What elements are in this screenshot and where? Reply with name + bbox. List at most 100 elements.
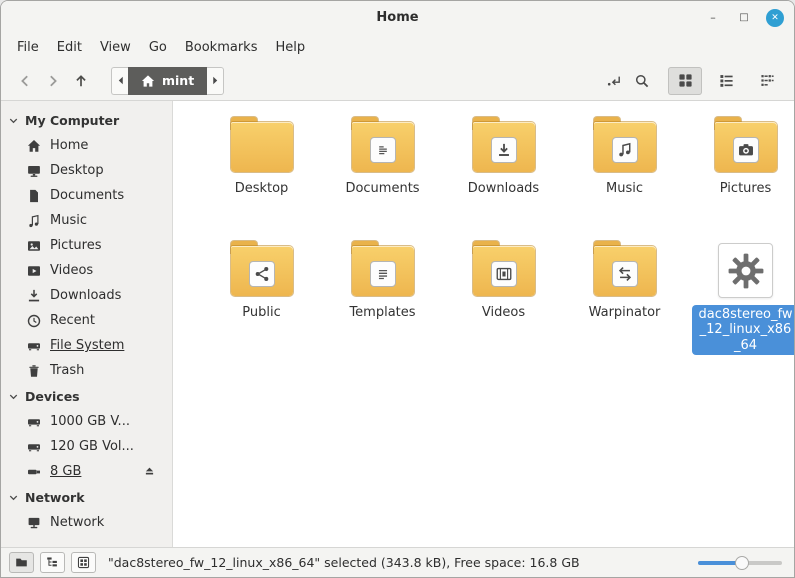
compact-view-icon <box>760 73 775 88</box>
warp-emblem <box>611 261 638 288</box>
folder-icon <box>472 241 535 298</box>
videos-icon <box>27 264 41 278</box>
file-label: Public <box>242 305 281 320</box>
grid-view-icon <box>678 73 693 88</box>
toolbar: mint <box>1 61 794 101</box>
music-icon <box>27 214 41 228</box>
titlebar[interactable]: Home – □ ✕ <box>1 1 794 34</box>
menu-item-edit[interactable]: Edit <box>48 36 91 59</box>
home-icon <box>141 74 155 88</box>
sidebar: My Computer Home Desktop Documents Music Pict… <box>1 101 173 547</box>
sidebar-item-120-gb-vol[interactable]: 120 GB Vol... <box>1 434 172 459</box>
sidebar-item-1000-gb-v[interactable]: 1000 GB V... <box>1 409 172 434</box>
drive-icon <box>27 440 41 454</box>
compact-view-button[interactable] <box>750 67 784 95</box>
close-button[interactable]: ✕ <box>766 8 784 27</box>
folder-icon <box>351 117 414 174</box>
minimize-button[interactable]: – <box>704 9 722 27</box>
breadcrumb-home-button[interactable]: mint <box>128 66 208 95</box>
file-item-pictures[interactable]: Pictures <box>685 117 794 241</box>
share-emblem <box>248 261 275 288</box>
sidebar-item-documents[interactable]: Documents <box>1 183 172 208</box>
treeview-icon <box>46 556 59 569</box>
menu-item-bookmarks[interactable]: Bookmarks <box>176 36 267 59</box>
sidebar-item-trash[interactable]: Trash <box>1 358 172 383</box>
location-entry-icon <box>606 73 622 89</box>
sidebar-places-toggle-button[interactable] <box>9 552 34 573</box>
sidebar-item-label: 8 GB <box>50 464 82 479</box>
up-icon <box>73 73 89 89</box>
chevron-down-icon <box>9 394 18 400</box>
network-icon <box>27 516 41 530</box>
sidebar-section-devices[interactable]: Devices <box>1 383 172 409</box>
file-manager-window: Home – □ ✕ File Edit View Go Bookmarks Help m… <box>0 0 795 578</box>
folder-icon <box>230 241 293 298</box>
forward-button[interactable] <box>39 67 67 95</box>
sidebar-item-file-system[interactable]: File System <box>1 333 172 358</box>
sidebar-item-videos[interactable]: Videos <box>1 258 172 283</box>
file-item-videos[interactable]: Videos <box>443 241 564 365</box>
list-view-button[interactable] <box>709 67 743 95</box>
menubar: File Edit View Go Bookmarks Help <box>1 34 794 61</box>
sidebar-item-pictures[interactable]: Pictures <box>1 233 172 258</box>
sidebar-item-label: 120 GB Vol... <box>50 439 134 454</box>
zoom-slider[interactable] <box>698 555 782 570</box>
sidebar-item-8-gb[interactable]: 8 GB <box>1 459 172 484</box>
sidebar-tree-toggle-button[interactable] <box>40 552 65 573</box>
sidebar-section-my-computer[interactable]: My Computer <box>1 107 172 133</box>
breadcrumb-scroll-left-button[interactable] <box>111 66 128 95</box>
folder-icon <box>472 117 535 174</box>
gear-icon <box>727 252 765 290</box>
folder-icon <box>593 117 656 174</box>
sidebar-item-network[interactable]: Network <box>1 510 172 535</box>
file-item-warpinator[interactable]: Warpinator <box>564 241 685 365</box>
menu-item-go[interactable]: Go <box>140 36 176 59</box>
file-label: Documents <box>345 181 420 196</box>
expand-pane-toggle-button[interactable] <box>71 552 96 573</box>
toggle-location-entry-button[interactable] <box>600 67 628 95</box>
file-item-public[interactable]: Public <box>201 241 322 365</box>
icon-view-button[interactable] <box>668 66 702 95</box>
sidebar-item-home[interactable]: Home <box>1 133 172 158</box>
folder-icon <box>714 117 777 174</box>
window-controls: – □ ✕ <box>704 1 784 34</box>
sidebar-item-label: Pictures <box>50 238 102 253</box>
sidebar-section-network[interactable]: Network <box>1 484 172 510</box>
file-item-documents[interactable]: Documents <box>322 117 443 241</box>
usb-icon <box>27 465 41 479</box>
file-label: Music <box>606 181 643 196</box>
sidebar-item-label: Documents <box>50 188 125 203</box>
file-label: Templates <box>349 305 416 320</box>
sidebar-item-downloads[interactable]: Downloads <box>1 283 172 308</box>
sidebar-item-desktop[interactable]: Desktop <box>1 158 172 183</box>
zoom-slider-thumb[interactable] <box>734 555 749 570</box>
up-button[interactable] <box>67 67 95 95</box>
chevron-left-icon <box>117 76 124 85</box>
breadcrumb-label: mint <box>162 73 195 88</box>
file-grid: Desktop Documents Downloads Music Pictures Pu… <box>173 101 794 547</box>
file-item-dac8stereo-fw-12-linux-x86-64[interactable]: dac8stereo_fw_12_linux_x86_64 <box>685 241 794 365</box>
search-button[interactable] <box>628 67 656 95</box>
documents-icon <box>27 189 41 203</box>
sidebar-item-recent[interactable]: Recent <box>1 308 172 333</box>
file-item-desktop[interactable]: Desktop <box>201 117 322 241</box>
menu-item-view[interactable]: View <box>91 36 140 59</box>
eject-button[interactable] <box>143 465 156 478</box>
breadcrumb-scroll-right-button[interactable] <box>207 66 225 95</box>
file-label: Downloads <box>467 181 540 196</box>
file-item-downloads[interactable]: Downloads <box>443 117 564 241</box>
trash-icon <box>27 364 41 378</box>
file-item-music[interactable]: Music <box>564 117 685 241</box>
downloads-icon <box>27 289 41 303</box>
back-button[interactable] <box>11 67 39 95</box>
pictures-icon <box>27 239 41 253</box>
forward-icon <box>45 73 61 89</box>
sidebar-item-label: Videos <box>50 263 94 278</box>
menu-item-help[interactable]: Help <box>266 36 314 59</box>
sidebar-item-music[interactable]: Music <box>1 208 172 233</box>
back-icon <box>17 73 33 89</box>
breadcrumb: mint <box>111 66 225 95</box>
file-item-templates[interactable]: Templates <box>322 241 443 365</box>
maximize-button[interactable]: □ <box>735 9 753 27</box>
menu-item-file[interactable]: File <box>8 36 48 59</box>
